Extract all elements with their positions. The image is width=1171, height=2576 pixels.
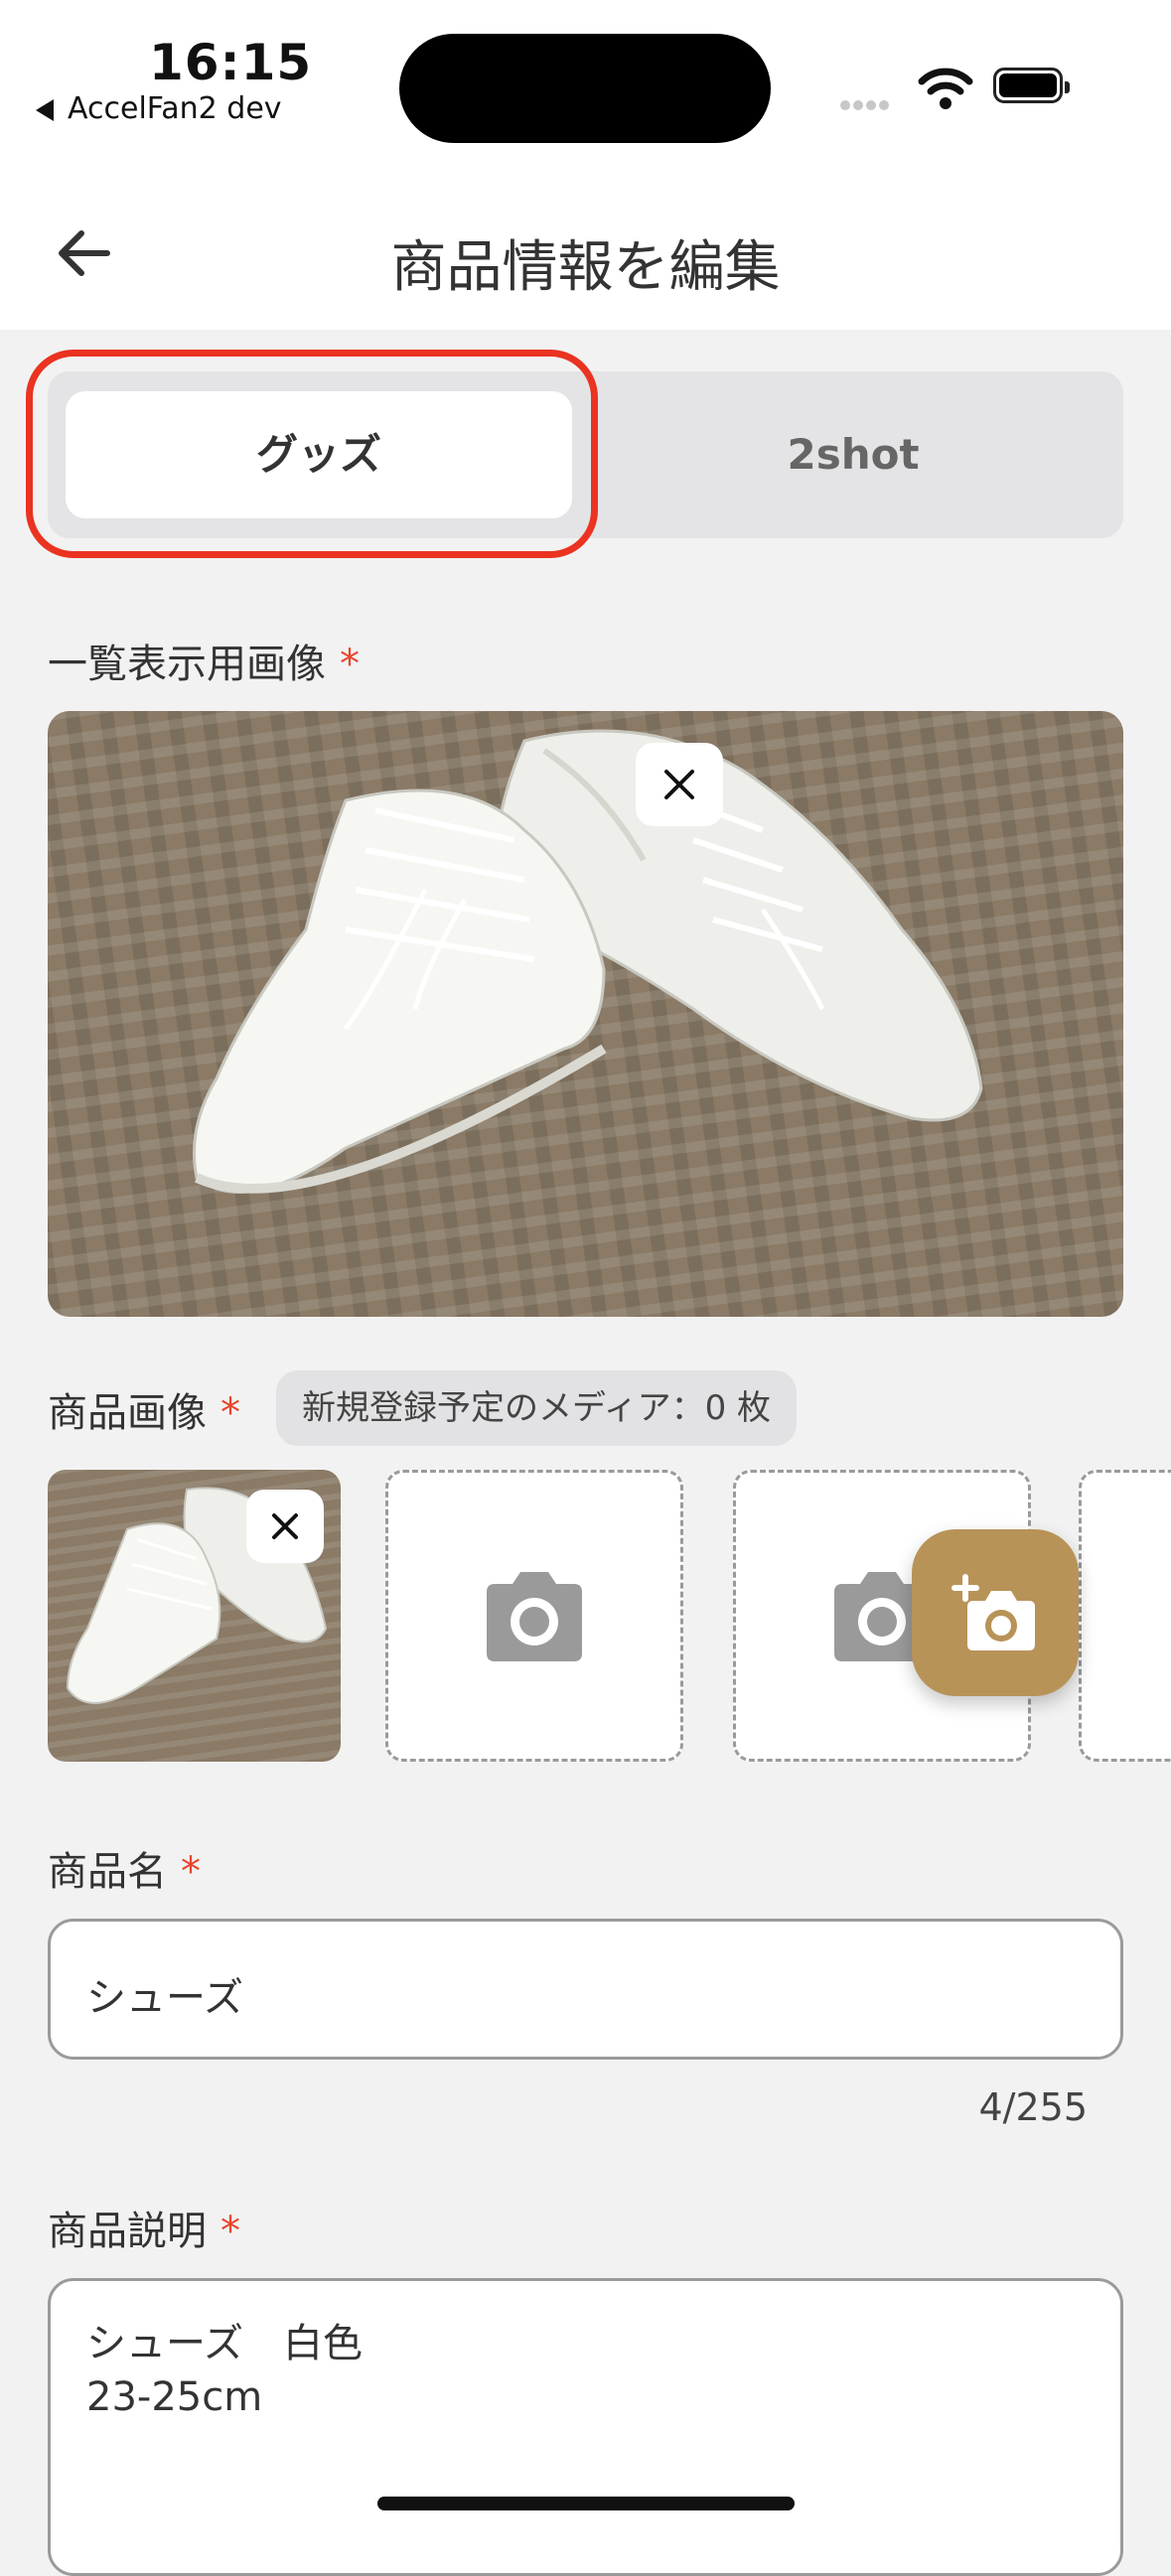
list-image-preview — [48, 711, 1123, 1317]
add-photo-fab[interactable] — [912, 1529, 1079, 1696]
home-indicator — [377, 2497, 795, 2510]
product-name-label: 商品名 * — [48, 1849, 201, 1895]
cellular-signal-icon — [840, 95, 892, 114]
product-image-thumb[interactable] — [48, 1470, 341, 1762]
product-name-counter: 4/255 — [978, 2085, 1088, 2129]
required-mark: * — [220, 2209, 240, 2254]
list-image-label: 一覧表示用画像 * — [48, 642, 360, 687]
close-icon — [272, 1513, 298, 1539]
add-product-image-slot[interactable] — [1079, 1470, 1171, 1762]
product-name-value: シューズ — [86, 1975, 243, 2021]
required-mark: * — [220, 1390, 240, 1436]
dynamic-island — [399, 34, 771, 143]
camera-icon — [487, 1572, 582, 1661]
add-camera-icon — [951, 1574, 1035, 1650]
segment-2shot[interactable]: 2shot — [600, 391, 1106, 518]
page-title: 商品情報を編集 — [390, 235, 781, 300]
nav-header: 商品情報を編集 — [0, 179, 1171, 330]
product-name-input[interactable]: シューズ — [48, 1919, 1123, 2060]
product-description-label: 商品説明 * — [48, 2209, 240, 2254]
back-app-label: AccelFan2 dev — [68, 91, 282, 126]
remove-product-image-button[interactable] — [246, 1490, 324, 1563]
status-time: 16:15 — [149, 34, 313, 91]
battery-icon — [993, 68, 1070, 103]
back-triangle-icon — [36, 98, 54, 121]
pending-media-badge: 新規登録予定のメディア：0 枚 — [276, 1370, 798, 1446]
remove-list-image-button[interactable] — [636, 743, 723, 826]
back-to-app-link[interactable]: AccelFan2 dev — [36, 91, 282, 126]
product-description-textarea[interactable]: シューズ 白色 23-25cm — [48, 2278, 1123, 2576]
highlight-annotation — [26, 350, 598, 558]
description-line-1: シューズ 白色 — [86, 2321, 363, 2366]
add-product-image-slot[interactable] — [385, 1470, 683, 1762]
product-images-label: 商品画像 * — [48, 1390, 240, 1436]
close-icon — [664, 770, 694, 799]
required-mark: * — [340, 642, 360, 687]
sneakers-photo — [193, 729, 983, 1195]
wifi-icon — [918, 68, 973, 109]
description-line-2: 23-25cm — [86, 2374, 263, 2420]
required-mark: * — [181, 1849, 201, 1895]
status-bar: 16:15 AccelFan2 dev — [0, 0, 1171, 179]
